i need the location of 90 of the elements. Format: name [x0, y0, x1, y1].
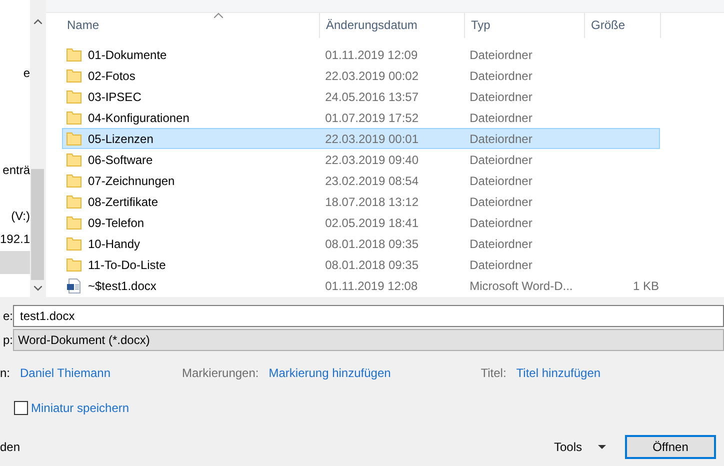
scroll-down-icon[interactable] — [34, 286, 42, 291]
modified-date: 01.11.2019 12:08 — [325, 278, 418, 292]
file-row[interactable]: 03-IPSEC 24.05.2016 13:57 Dateiordner — [62, 86, 660, 107]
file-name: ~$test1.docx — [88, 278, 156, 292]
sidebar-item[interactable]: e — [0, 62, 30, 85]
field-label: p: — [2, 333, 13, 347]
modified-date: 01.07.2019 17:52 — [325, 110, 419, 124]
folder-icon — [66, 46, 82, 62]
file-name: 08-Zertifikate — [88, 194, 158, 208]
file-name: 11-To-Do-Liste — [88, 258, 166, 272]
file-type: Dateiordner — [470, 258, 532, 272]
checkbox-label[interactable]: Miniatur speichern — [31, 401, 130, 415]
file-type: Dateiordner — [470, 90, 532, 104]
folder-icon — [66, 68, 82, 84]
checkbox[interactable] — [14, 401, 28, 415]
tags-label: Markierungen: — [182, 366, 259, 380]
file-type: Microsoft Word-D... — [470, 278, 573, 292]
modified-date: 08.01.2018 09:35 — [325, 258, 419, 272]
open-button[interactable]: Öffnen — [625, 435, 716, 459]
folder-icon — [66, 236, 82, 252]
file-row[interactable]: 11-To-Do-Liste 08.01.2018 09:35 Dateiordner — [62, 254, 660, 275]
folder-icon — [66, 214, 82, 230]
file-name: 04-Konfigurationen — [88, 110, 190, 124]
modified-date: 08.01.2018 09:35 — [325, 236, 419, 250]
tools-dropdown[interactable]: Tools — [554, 437, 606, 457]
add-tag-link[interactable]: Markierung hinzufügen — [268, 366, 481, 380]
sort-caret-icon — [214, 13, 223, 18]
column-header[interactable]: Änderungsdatum — [320, 13, 465, 38]
word-document-icon — [66, 278, 82, 294]
filename-field[interactable]: test1.docx — [13, 305, 724, 327]
author-link[interactable]: Daniel Thiemann — [20, 366, 182, 380]
folder-icon — [66, 256, 82, 272]
folder-icon — [66, 88, 82, 104]
file-name: 02-Fotos — [88, 68, 136, 82]
modified-date: 23.02.2019 08:54 — [325, 174, 419, 188]
column-header[interactable]: Name — [46, 13, 320, 38]
file-type: Dateiordner — [470, 216, 532, 230]
sidebar-item[interactable]: (V:) — [0, 205, 30, 228]
folder-icon — [66, 152, 82, 168]
author-label: n: — [0, 366, 10, 380]
file-row[interactable]: 01-Dokumente 01.11.2019 12:09 Dateiordner — [62, 44, 660, 65]
file-row[interactable]: 07-Zeichnungen 23.02.2019 08:54 Dateiordner — [62, 170, 660, 191]
button-label: den — [0, 440, 20, 454]
modified-date: 02.05.2019 18:41 — [325, 216, 419, 230]
folder-icon — [66, 130, 82, 146]
title-label: Titel: — [480, 366, 506, 380]
file-type: Dateiordner — [470, 132, 532, 146]
file-row[interactable]: 04-Konfigurationen 01.07.2019 17:52 Dateiordner — [62, 107, 660, 128]
file-row[interactable]: ~$test1.docx 01.11.2019 12:08 Microsoft Word-D... 1 KB — [62, 275, 660, 296]
file-row[interactable]: 02-Fotos 22.03.2019 00:02 Dateiordner — [62, 65, 660, 86]
folder-icon — [66, 172, 82, 188]
file-type: Dateiordner — [470, 152, 532, 166]
file-row[interactable]: 10-Handy 08.01.2018 09:35 Dateiordner — [62, 233, 660, 254]
file-row[interactable]: 05-Lizenzen 22.03.2019 00:01 Dateiordner — [62, 128, 660, 149]
filetype-dropdown[interactable]: Word-Dokument (*.docx) — [13, 329, 724, 351]
file-type: Dateiordner — [470, 110, 532, 124]
column-header[interactable]: Typ — [465, 13, 585, 38]
modified-date: 24.05.2016 13:57 — [325, 90, 419, 104]
caret-icon — [598, 445, 606, 449]
column-header[interactable]: Größe — [585, 13, 661, 38]
file-name: 06-Software — [88, 152, 153, 166]
scrollbar-thumb[interactable] — [31, 169, 44, 280]
file-row[interactable]: 08-Zertifikate 18.07.2018 13:12 Dateiordner — [62, 191, 660, 212]
field-label: e: — [2, 309, 13, 323]
scroll-up-icon[interactable] — [34, 19, 42, 24]
modified-date: 01.11.2019 12:09 — [325, 48, 418, 62]
file-row[interactable]: 06-Software 22.03.2019 09:40 Dateiordner — [62, 149, 660, 170]
file-name: 09-Telefon — [88, 216, 144, 230]
file-name: 10-Handy — [88, 236, 140, 250]
scrollbar[interactable] — [30, 0, 45, 297]
folder-icon — [66, 194, 82, 210]
folder-icon — [66, 110, 82, 126]
modified-date: 18.07.2018 13:12 — [325, 194, 419, 208]
file-type: Dateiordner — [470, 48, 532, 62]
file-row[interactable]: 09-Telefon 02.05.2019 18:41 Dateiordner — [62, 212, 660, 233]
file-type: Dateiordner — [470, 174, 532, 188]
file-name: 05-Lizenzen — [88, 132, 154, 146]
modified-date: 22.03.2019 00:01 — [325, 132, 419, 146]
modified-date: 22.03.2019 09:40 — [325, 152, 419, 166]
file-size: 1 KB — [632, 278, 659, 292]
modified-date: 22.03.2019 00:02 — [325, 68, 419, 82]
sidebar-item[interactable]: 192.1 — [0, 228, 30, 251]
file-type: Dateiordner — [470, 194, 532, 208]
file-name: 01-Dokumente — [88, 48, 167, 62]
file-type: Dateiordner — [470, 68, 532, 82]
file-type: Dateiordner — [470, 236, 532, 250]
add-title-link[interactable]: Titel hinzufügen — [516, 366, 601, 380]
file-name: 03-IPSEC — [88, 90, 142, 104]
file-name: 07-Zeichnungen — [88, 174, 175, 188]
sidebar-item[interactable]: enträ — [0, 159, 30, 182]
